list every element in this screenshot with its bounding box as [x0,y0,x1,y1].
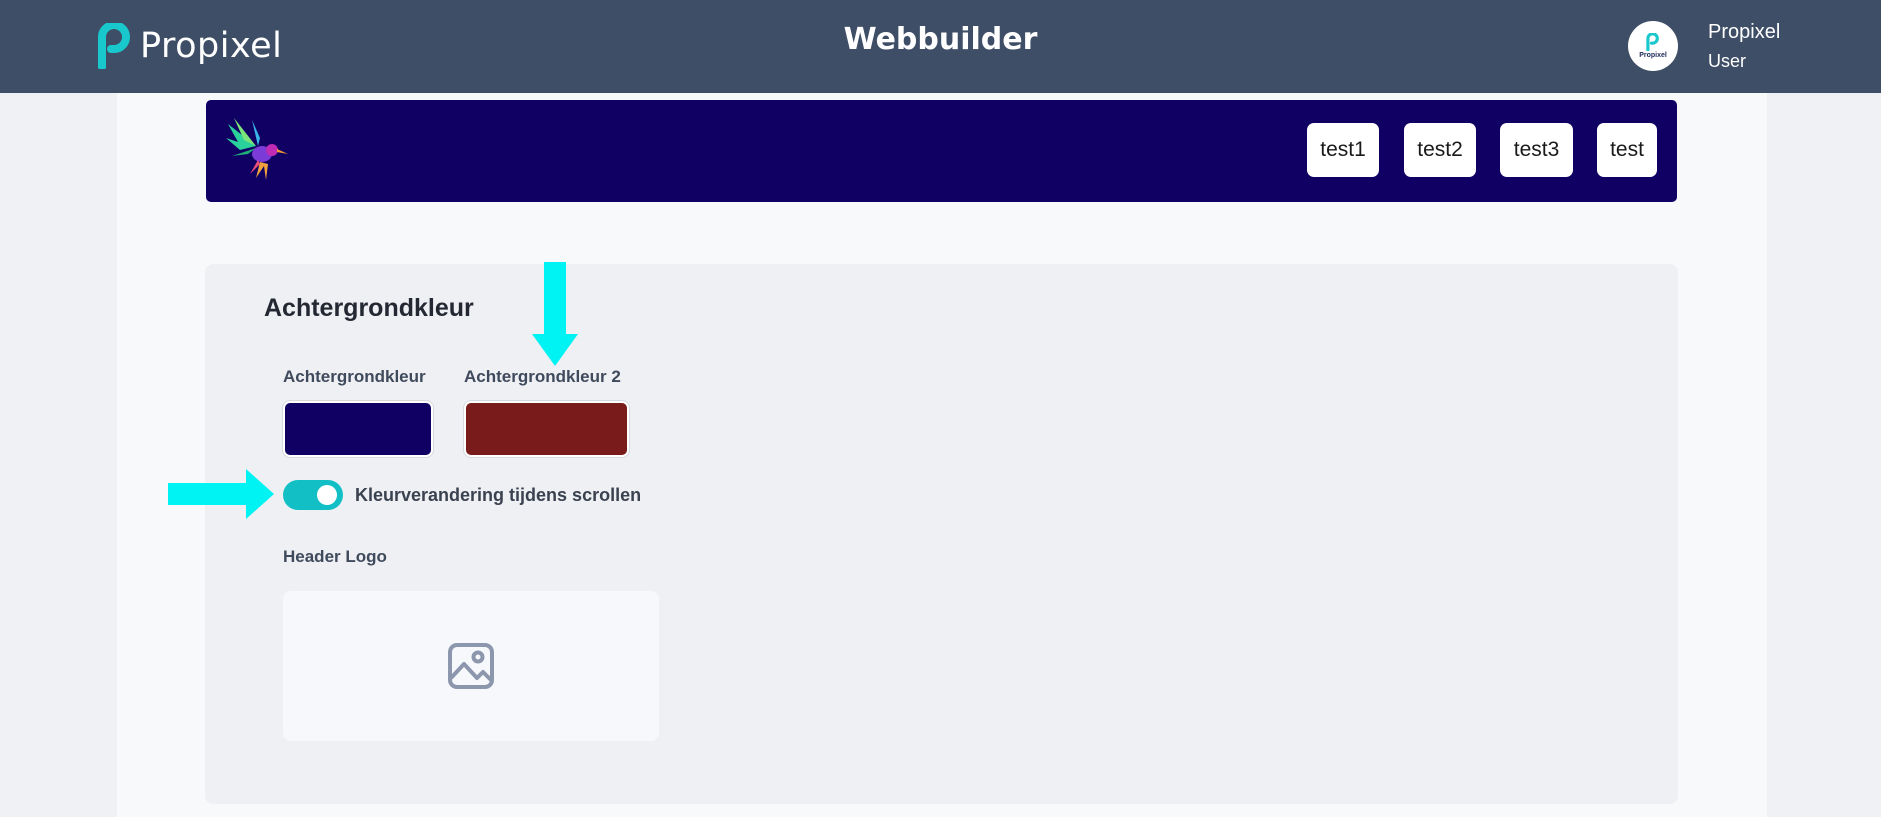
preview-header[interactable]: test1 test2 test3 test [206,100,1677,202]
settings-panel: Achtergrondkleur Achtergrondkleur Achter… [205,264,1678,804]
arrow-down-icon [532,262,578,366]
avatar-logo-icon [1646,33,1659,51]
header-logo-label: Header Logo [283,547,387,566]
color-2-swatch[interactable] [464,401,629,457]
preview-nav-item[interactable]: test1 [1307,123,1379,177]
app-title: Webbuilder [843,22,1038,57]
user-name[interactable]: Propixel [1708,21,1780,44]
preview-nav-item[interactable]: test3 [1500,123,1573,177]
avatar-text: Propixel [1639,52,1667,59]
color-1-label: Achtergrondkleur [283,367,426,386]
image-icon [448,643,494,689]
top-bar: Propixel Webbuilder Propixel Propixel Us… [0,0,1881,93]
color-2-label: Achtergrondkleur 2 [464,367,621,386]
preview-nav-item[interactable]: test [1597,123,1657,177]
hummingbird-icon [226,118,288,180]
scroll-color-toggle[interactable] [283,480,343,510]
user-role: User [1708,51,1747,71]
avatar[interactable]: Propixel [1628,21,1678,71]
panel-title: Achtergrondkleur [264,294,474,322]
color-1-swatch[interactable] [283,401,433,457]
arrow-right-icon [168,469,274,519]
toggle-knob [317,485,337,505]
scroll-color-toggle-label: Kleurverandering tijdens scrollen [355,485,642,505]
header-logo-upload[interactable] [283,591,659,741]
preview-nav-item[interactable]: test2 [1404,123,1476,177]
